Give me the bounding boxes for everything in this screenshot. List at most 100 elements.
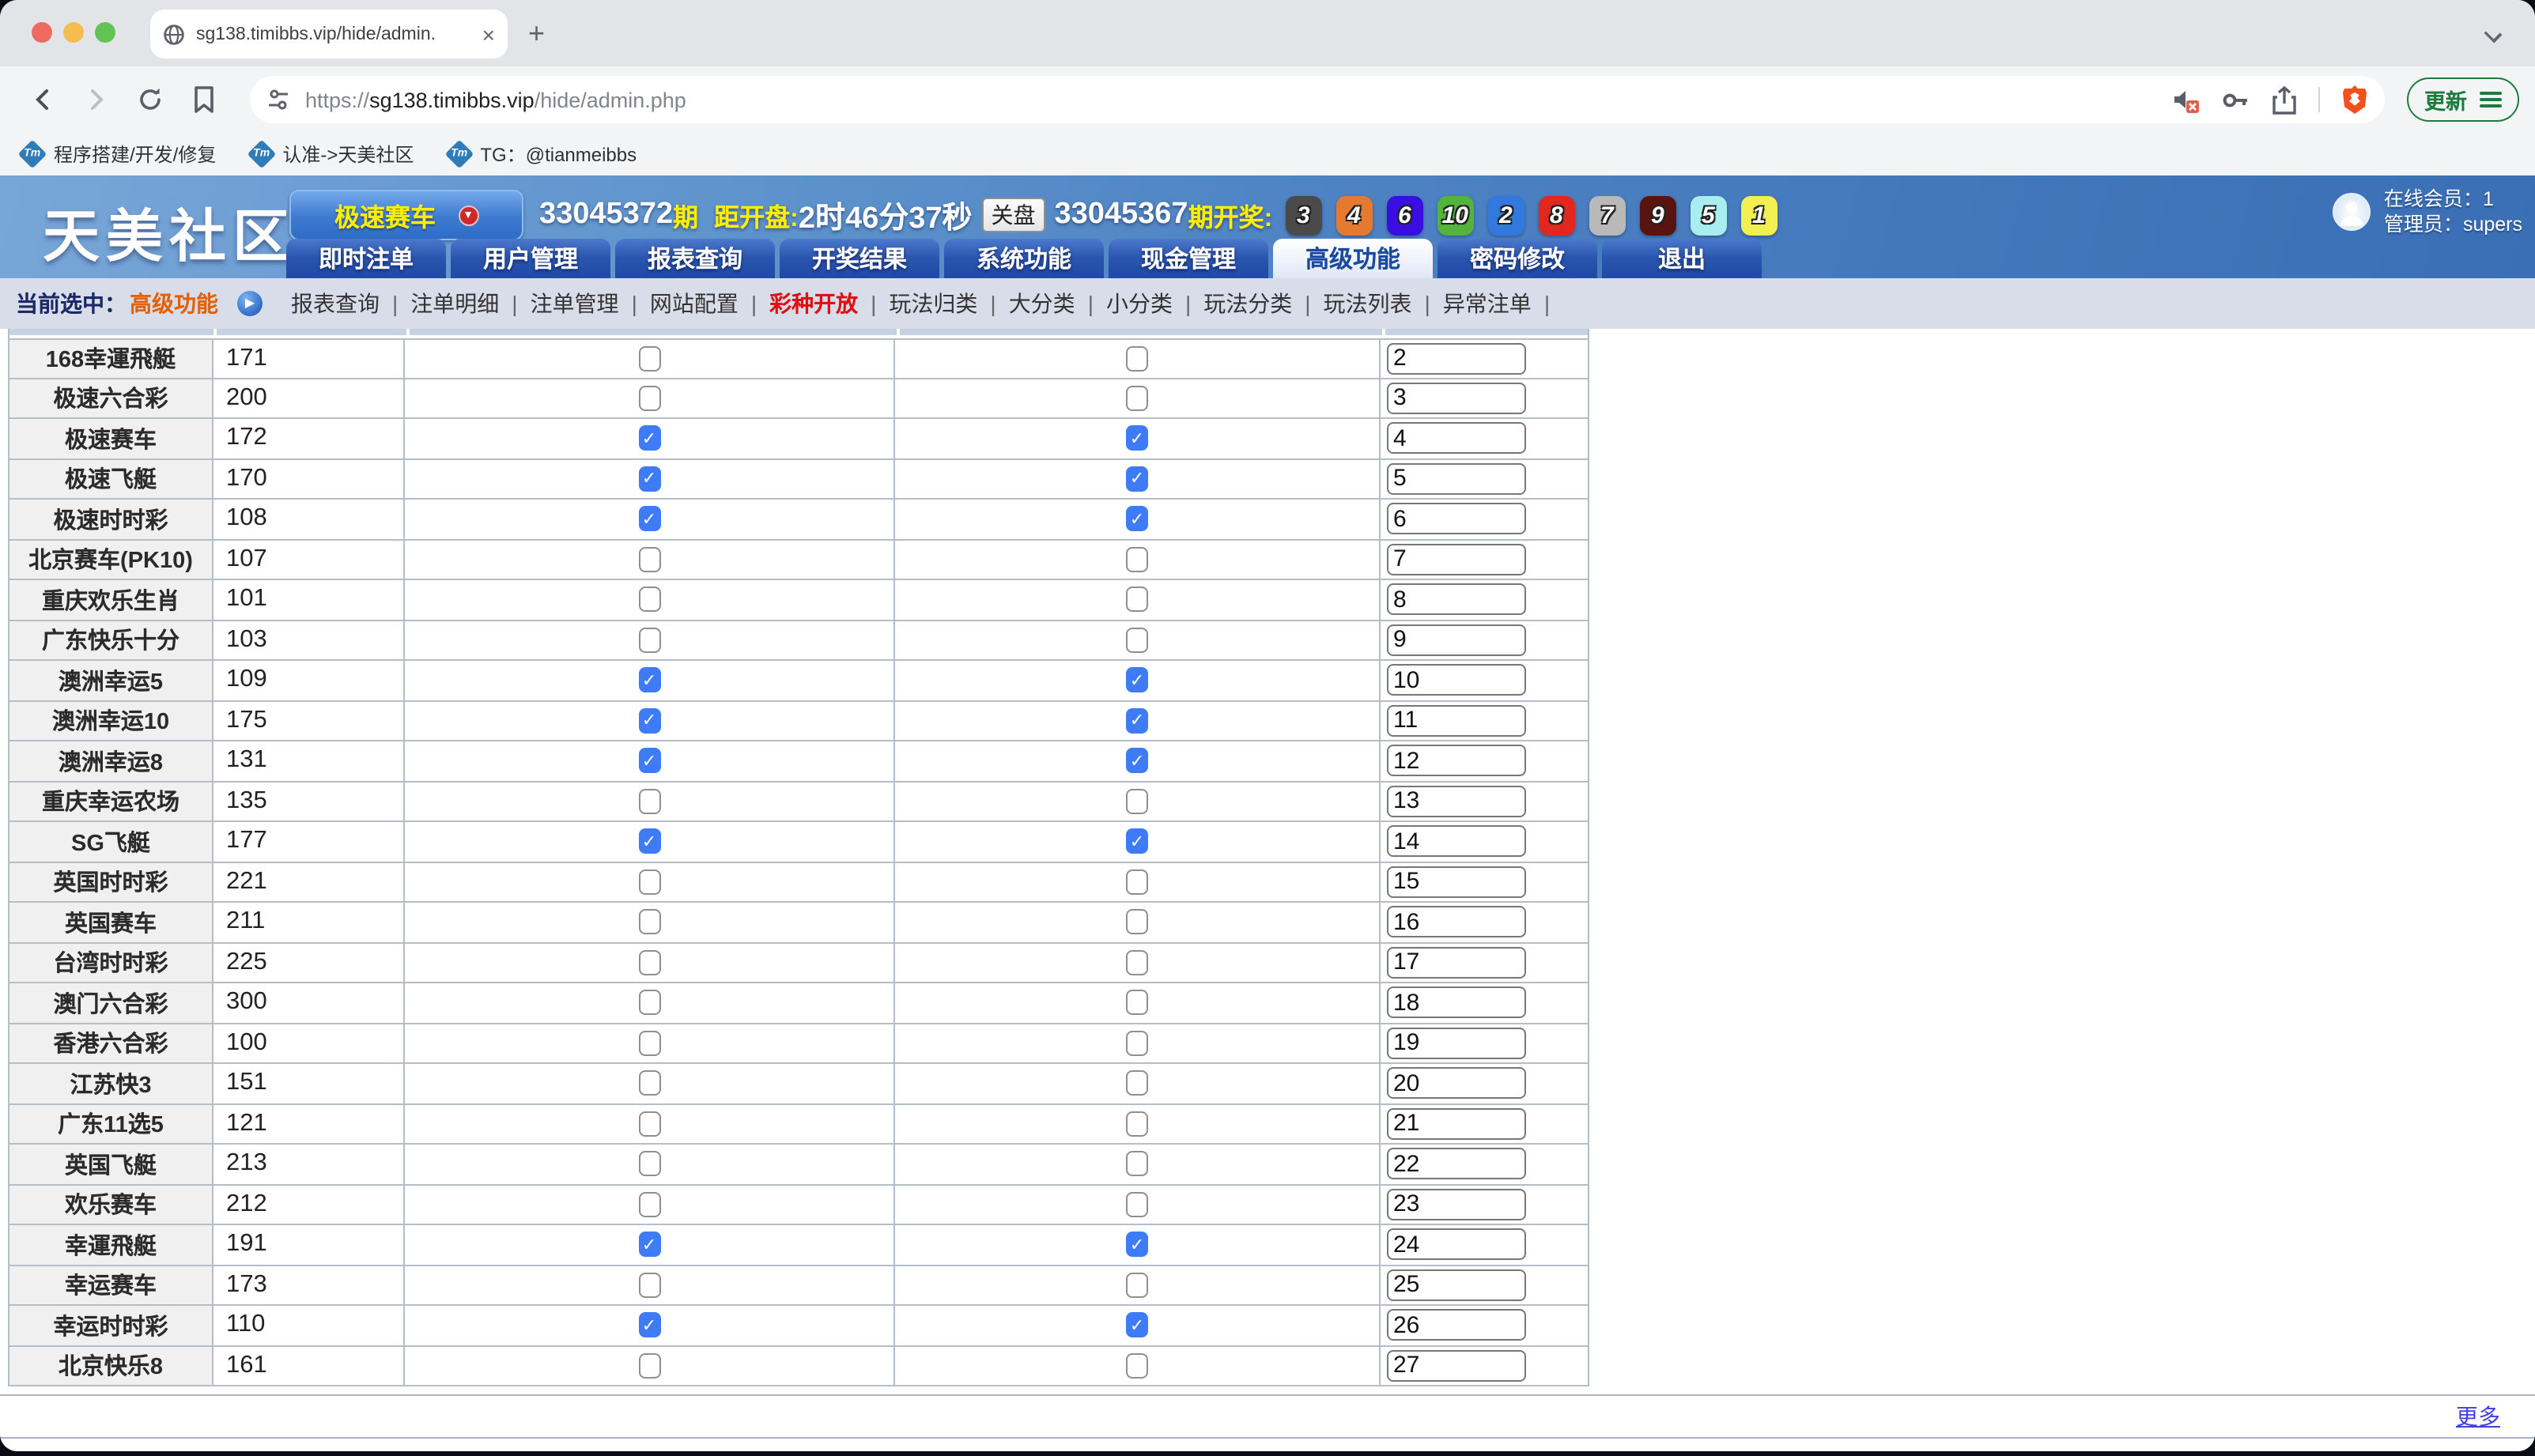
open-checkbox[interactable] [638,789,660,814]
subnav-item-异常注单[interactable]: 异常注单 [1443,291,1532,316]
tab-close-icon[interactable]: × [482,21,495,47]
display-checkbox[interactable]: ✓ [1126,1232,1148,1258]
forward-button[interactable] [76,79,117,120]
open-checkbox[interactable] [638,1031,660,1056]
display-checkbox[interactable] [1126,1192,1148,1217]
nav-tab-退出[interactable]: 退出 [1602,239,1762,278]
display-checkbox[interactable] [1126,1111,1148,1137]
sort-order-input[interactable] [1387,1189,1526,1220]
sort-order-input[interactable] [1387,584,1526,616]
subnav-item-报表查询[interactable]: 报表查询 [291,291,380,316]
subnav-item-玩法分类[interactable]: 玩法分类 [1203,291,1292,316]
share-icon[interactable] [2271,85,2298,115]
macos-zoom-button[interactable] [95,22,115,43]
browser-update-button[interactable]: 更新 [2407,77,2519,122]
nav-tab-高级功能[interactable]: 高级功能 [1273,239,1433,278]
display-checkbox[interactable] [1126,1071,1148,1096]
back-button[interactable] [22,79,63,120]
open-checkbox[interactable] [638,910,660,935]
display-checkbox[interactable]: ✓ [1126,426,1148,451]
open-checkbox[interactable] [638,869,660,895]
open-checkbox[interactable] [638,1071,660,1096]
sort-order-input[interactable] [1387,705,1526,737]
display-checkbox[interactable] [1126,628,1148,653]
macos-close-button[interactable] [32,22,52,43]
open-checkbox[interactable] [638,587,660,613]
display-checkbox[interactable]: ✓ [1126,708,1148,734]
display-checkbox[interactable] [1126,990,1148,1016]
url-bar[interactable]: https://sg138.timibbs.vip/hide/admin.php [250,76,2385,123]
open-checkbox[interactable]: ✓ [638,466,660,492]
display-checkbox[interactable] [1126,1353,1148,1379]
display-checkbox[interactable] [1126,910,1148,935]
sort-order-input[interactable] [1387,665,1526,696]
open-checkbox[interactable] [638,1152,660,1177]
new-tab-button[interactable]: + [528,14,545,52]
bookmark-item[interactable]: Tm 认准->天美社区 [251,141,414,168]
sort-order-input[interactable] [1387,383,1526,414]
open-checkbox[interactable] [638,1111,660,1137]
nav-tab-即时注单[interactable]: 即时注单 [286,239,446,278]
bookmark-item[interactable]: Tm TG：@tianmeibbs [448,141,637,168]
open-checkbox[interactable] [638,990,660,1016]
open-checkbox[interactable]: ✓ [638,749,660,774]
sort-order-input[interactable] [1387,1229,1526,1261]
sort-order-input[interactable] [1387,1108,1526,1140]
open-checkbox[interactable] [638,346,660,372]
bookmark-sidebar-icon[interactable] [183,79,225,120]
sort-order-input[interactable] [1387,947,1526,979]
macos-minimize-button[interactable] [63,22,84,43]
nav-tab-报表查询[interactable]: 报表查询 [615,239,775,278]
sort-order-input[interactable] [1387,343,1526,375]
subnav-item-注单管理[interactable]: 注单管理 [531,291,619,316]
lottery-select-dropdown[interactable]: 极速赛车 ▼ [289,190,523,240]
sort-order-input[interactable] [1387,745,1526,777]
open-checkbox[interactable]: ✓ [638,1313,660,1338]
open-checkbox[interactable] [638,386,660,411]
sort-order-input[interactable] [1387,1269,1526,1301]
brave-rewards-icon[interactable] [2340,84,2369,115]
sort-order-input[interactable] [1387,504,1526,535]
display-checkbox[interactable] [1126,1152,1148,1177]
sort-order-input[interactable] [1387,987,1526,1019]
subnav-item-彩种开放[interactable]: 彩种开放 [769,291,858,316]
nav-tab-开奖结果[interactable]: 开奖结果 [780,239,939,278]
tab-muted-icon[interactable] [2171,85,2200,114]
display-checkbox[interactable]: ✓ [1126,749,1148,774]
reload-button[interactable] [130,79,171,120]
url-text[interactable]: https://sg138.timibbs.vip/hide/admin.php [305,88,2151,111]
open-checkbox[interactable] [638,950,660,975]
open-checkbox[interactable]: ✓ [638,829,660,854]
sort-order-input[interactable] [1387,786,1526,817]
display-checkbox[interactable] [1126,950,1148,975]
sort-order-input[interactable] [1387,1350,1526,1382]
display-checkbox[interactable] [1126,1273,1148,1298]
open-checkbox[interactable] [638,1353,660,1379]
open-checkbox[interactable]: ✓ [638,507,660,532]
subnav-item-注单明细[interactable]: 注单明细 [410,291,499,316]
nav-tab-密码修改[interactable]: 密码修改 [1438,239,1597,278]
open-checkbox[interactable]: ✓ [638,1232,660,1258]
open-checkbox[interactable] [638,1273,660,1298]
sort-order-input[interactable] [1387,1310,1526,1341]
display-checkbox[interactable] [1126,789,1148,814]
nav-tab-现金管理[interactable]: 现金管理 [1109,239,1268,278]
display-checkbox[interactable]: ✓ [1126,466,1148,492]
display-checkbox[interactable] [1126,547,1148,572]
display-checkbox[interactable]: ✓ [1126,1313,1148,1338]
subnav-item-小分类[interactable]: 小分类 [1106,291,1173,316]
open-checkbox[interactable] [638,628,660,653]
subnav-item-网站配置[interactable]: 网站配置 [650,291,739,316]
nav-tab-用户管理[interactable]: 用户管理 [451,239,610,278]
menu-hamburger-icon[interactable] [2480,92,2502,108]
sort-order-input[interactable] [1387,463,1526,495]
sort-order-input[interactable] [1387,907,1526,938]
display-checkbox[interactable]: ✓ [1126,829,1148,854]
open-checkbox[interactable]: ✓ [638,668,660,693]
subnav-item-玩法列表[interactable]: 玩法列表 [1324,291,1412,316]
subnav-item-玩法归类[interactable]: 玩法归类 [889,291,977,316]
display-checkbox[interactable] [1126,1031,1148,1056]
sort-order-input[interactable] [1387,1149,1526,1180]
display-checkbox[interactable] [1126,386,1148,411]
more-link[interactable]: 更多 [2456,1401,2500,1432]
